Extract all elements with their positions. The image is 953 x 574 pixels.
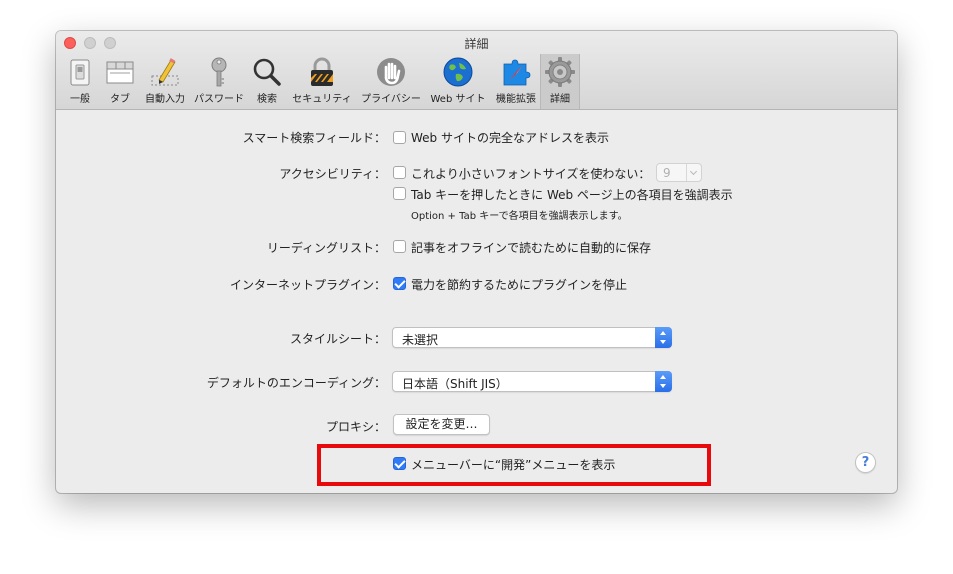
toolbar-item-autofill[interactable]: 自動入力: [142, 54, 188, 109]
general-switch-icon: [70, 59, 90, 86]
magnifier-icon: [253, 58, 281, 86]
puzzle-compass-icon: [503, 59, 531, 86]
toolbar-label: 検索: [257, 94, 277, 105]
window-title: 詳細: [464, 37, 489, 51]
accessibility-label: アクセシビリティ：: [279, 167, 386, 181]
tab-highlight-option-text: Tab キーを押したときに Web ページ上の各項目を強調表示: [411, 188, 733, 202]
toolbar-item-search[interactable]: 検索: [250, 54, 284, 109]
toolbar-label: パスワード: [194, 94, 244, 105]
internet-plugins-label: インターネットプラグイン：: [229, 278, 386, 292]
toolbar-label: セキュリティ: [292, 94, 352, 105]
stop-plugins-option-text: 電力を節約するためにプラグインを停止: [411, 278, 628, 292]
toolbar-label: タブ: [110, 94, 130, 105]
reading-list-checkbox[interactable]: [393, 240, 406, 253]
stop-plugins-checkbox[interactable]: [393, 277, 406, 290]
default-encoding-label: デフォルトのエンコーディング：: [206, 376, 386, 390]
style-sheet-label: スタイルシート：: [289, 332, 386, 346]
toolbar-label: 詳細: [550, 94, 570, 105]
proxies-label: プロキシ：: [325, 420, 386, 434]
key-icon: [211, 57, 227, 87]
highlight-annotation-box: [317, 444, 711, 486]
up-down-arrows-icon: [655, 327, 672, 348]
tab-highlight-checkbox[interactable]: [393, 187, 406, 200]
toolbar-item-websites[interactable]: Web サイト: [426, 54, 490, 109]
padlock-icon: [311, 57, 333, 86]
minimum-font-size-checkbox[interactable]: [393, 166, 406, 179]
style-sheet-value: 未選択: [402, 333, 439, 347]
minimum-font-size-option-text: これより小さいフォントサイズを使わない：: [411, 167, 651, 181]
tabs-icon: [106, 61, 134, 84]
toolbar-label: プライバシー: [361, 94, 421, 105]
preferences-window: 詳細 一般 タブ 自動入力 パスワード 検索 セキュリティ プライバシー Web…: [56, 31, 897, 493]
change-proxy-settings-button[interactable]: 設定を変更…: [393, 414, 490, 435]
hand-icon: [377, 58, 405, 86]
toolbar-label: 機能拡張: [496, 94, 536, 105]
up-down-arrows-icon: [655, 371, 672, 392]
globe-icon: [443, 57, 473, 87]
default-encoding-popup[interactable]: 日本語（Shift JIS）: [392, 371, 672, 392]
toolbar-label: 自動入力: [145, 94, 185, 105]
title-bar: 詳細 一般 タブ 自動入力 パスワード 検索 セキュリティ プライバシー Web…: [56, 31, 897, 110]
toolbar-label: 一般: [70, 94, 90, 105]
minimum-font-size-value: 9: [663, 166, 671, 180]
tab-highlight-note: Option + Tab キーで各項目を強調表示します。: [411, 211, 628, 222]
default-encoding-value: 日本語（Shift JIS）: [402, 377, 508, 391]
toolbar-item-privacy[interactable]: プライバシー: [358, 54, 424, 109]
toolbar-item-passwords[interactable]: パスワード: [190, 54, 248, 109]
toolbar-item-advanced[interactable]: 詳細: [540, 54, 580, 109]
minimum-font-size-popup[interactable]: 9: [656, 163, 702, 182]
gear-icon: [545, 57, 575, 87]
reading-list-label: リーディングリスト：: [266, 241, 386, 255]
autofill-pencil-icon: [151, 58, 179, 86]
toolbar-item-security[interactable]: セキュリティ: [288, 54, 356, 109]
toolbar-label: Web サイト: [430, 94, 486, 105]
smart-search-checkbox[interactable]: [393, 131, 406, 144]
smart-search-option-text: Web サイトの完全なアドレスを表示: [411, 131, 609, 145]
smart-search-label: スマート検索フィールド：: [242, 131, 386, 145]
toolbar-item-general[interactable]: 一般: [60, 54, 100, 109]
style-sheet-popup[interactable]: 未選択: [392, 327, 672, 348]
reading-list-option-text: 記事をオフラインで読むために自動的に保存: [411, 241, 652, 255]
help-button[interactable]: ?: [855, 452, 876, 473]
toolbar-item-tabs[interactable]: タブ: [100, 54, 140, 109]
chevron-down-icon: [686, 164, 701, 181]
toolbar-item-extensions[interactable]: 機能拡張: [492, 54, 540, 109]
